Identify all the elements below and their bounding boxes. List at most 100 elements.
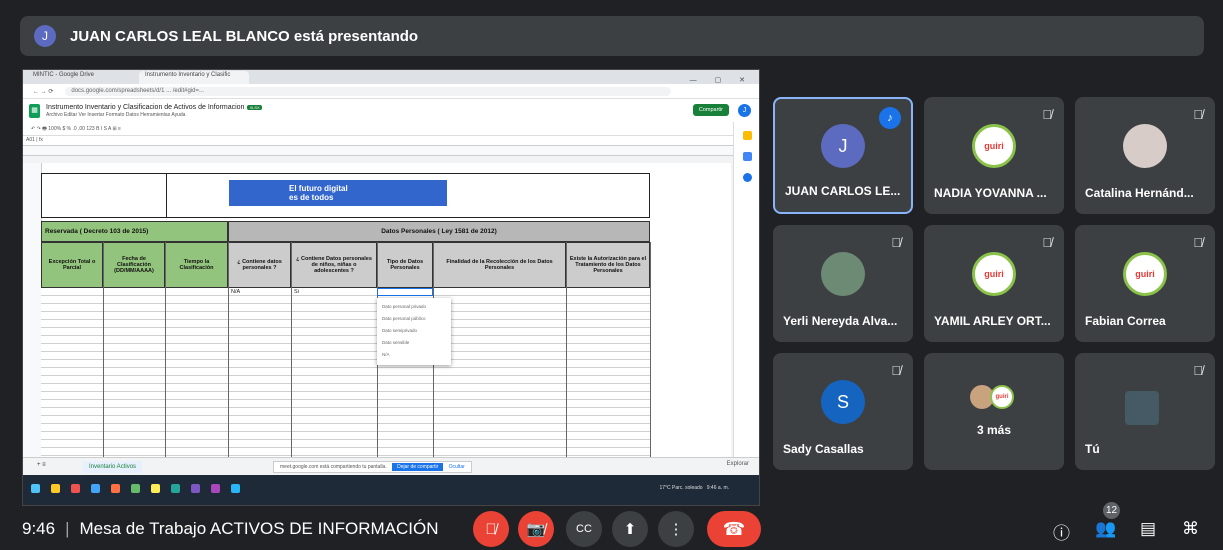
presenter-avatar: J <box>34 25 56 47</box>
avatar: S <box>821 380 865 425</box>
meeting-info: 9:46 | Mesa de Trabajo ACTIVOS DE INFORMAC… <box>22 519 439 538</box>
dropdown-option[interactable]: Dato semiprivado <box>377 325 451 337</box>
cell-dropdown-menu[interactable]: Dato personal privado Dato personal públ… <box>377 298 451 365</box>
mic-off-icon: 🎙̸ <box>1193 107 1203 122</box>
sheet-tab[interactable]: Inventario Activos <box>83 461 143 473</box>
stop-sharing-button[interactable]: Dejar de compartir <box>392 463 444 471</box>
sheets-side-panel <box>733 122 759 463</box>
more-count: 3 más <box>976 423 1012 437</box>
participant-name: Tú <box>1085 442 1100 456</box>
presenter-text: JUAN CARLOS LEAL BLANCO está presentando <box>70 27 419 45</box>
mic-toggle-button[interactable]: 🎙̸ <box>473 511 509 547</box>
mic-off-icon: 🎙̸ <box>891 363 901 378</box>
avatar: J <box>821 124 865 169</box>
cell-ninos[interactable]: Si <box>294 289 299 295</box>
formula-bar[interactable]: A01 | fx <box>23 136 759 146</box>
windows-taskbar: 17°C Parc. soleado 9:46 a. m. <box>23 475 759 505</box>
col-header: Tiempo la Clasificación <box>165 242 228 288</box>
participant-tile[interactable]: ♪ J JUAN CARLOS LE... <box>773 97 913 214</box>
col-header: Finalidad de la Recolección de los Datos… <box>433 242 566 288</box>
account-avatar[interactable]: J <box>738 104 751 117</box>
browser-tab[interactable]: MINTIC - Google Drive <box>27 71 137 84</box>
doc-badge: XLSX <box>247 105 262 110</box>
more-participants-tile[interactable]: guiri 3 más <box>924 353 1064 470</box>
add-sheet-icon[interactable]: + ≡ <box>37 462 46 468</box>
participant-tile[interactable]: 🎙̸ S Sady Casallas <box>773 353 913 470</box>
meeting-controls-bar: 9:46 | Mesa de Trabajo ACTIVOS DE INFORMAC… <box>0 502 1223 550</box>
menu-bar[interactable]: Archivo Editar Ver Insertar Formato Dato… <box>46 112 262 118</box>
share-notice: meet.google.com está compartiendo tu pan… <box>273 461 472 473</box>
avatar-logo: guiri <box>990 385 1014 409</box>
speaking-indicator-icon: ♪ <box>879 107 901 129</box>
info-icon[interactable]: ⓘ <box>1053 519 1070 544</box>
taskbar-app-icon[interactable] <box>191 484 200 493</box>
taskbar-app-icon[interactable] <box>111 484 120 493</box>
taskbar-app-icon[interactable] <box>71 484 80 493</box>
camera-toggle-button[interactable]: 📷̸ <box>518 511 554 547</box>
sheet-tabs-bar: + ≡ Inventario Activos meet.google.com e… <box>23 457 759 476</box>
mic-off-icon: 🎙̸ <box>1193 235 1203 250</box>
doc-title[interactable]: Instrumento Inventario y Clasificacion d… <box>46 104 262 111</box>
taskbar-app-icon[interactable] <box>231 484 240 493</box>
taskbar-app-icon[interactable] <box>91 484 100 493</box>
col-header: Tipo de Datos Personales <box>377 242 433 288</box>
avatar-photo <box>1123 124 1167 169</box>
logo-box: El futuro digital es de todos <box>166 173 650 218</box>
sheets-logo-icon[interactable]: ▦ <box>29 104 40 118</box>
participant-name: JUAN CARLOS LE... <box>785 184 901 198</box>
participant-tile[interactable]: 🎙̸ Yerli Nereyda Alva... <box>773 225 913 342</box>
dropdown-option[interactable]: Dato personal privado <box>377 301 451 313</box>
browser-tabs: MINTIC - Google Drive Instrumento Invent… <box>23 70 759 84</box>
gov-banner: El futuro digital es de todos <box>229 180 447 206</box>
spreadsheet-grid[interactable]: El futuro digital es de todos Reservada … <box>23 163 731 457</box>
group-header-reservada: Reservada ( Decreto 103 de 2015) <box>41 221 228 242</box>
header-empty-box <box>41 173 167 218</box>
taskbar-app-icon[interactable] <box>131 484 140 493</box>
dropdown-option[interactable]: Dato sensible <box>377 337 451 349</box>
cell-contiene[interactable]: N/A <box>231 289 240 295</box>
participant-tile[interactable]: 🎙̸ guiri NADIA YOVANNA ... <box>924 97 1064 214</box>
dropdown-option[interactable]: Dato personal público <box>377 313 451 325</box>
calendar-icon[interactable] <box>742 173 752 182</box>
activities-icon[interactable]: ⌘ <box>1182 519 1199 539</box>
group-header-datos-personales: Datos Personales ( Ley 1581 de 2012) <box>228 221 650 242</box>
sheet-toolbar[interactable]: ↶ ↷ 🖶 100% $ % .0 .00 123 B I S A ⊞ ≡ <box>23 123 759 136</box>
present-button[interactable]: ⬆ <box>612 511 648 547</box>
share-doc-button[interactable]: Compartir <box>692 104 729 116</box>
selected-cell[interactable] <box>377 288 433 296</box>
taskbar-app-icon[interactable] <box>171 484 180 493</box>
shared-screen[interactable]: MINTIC - Google Drive Instrumento Invent… <box>22 69 760 506</box>
dropdown-option[interactable]: N/A <box>377 349 451 361</box>
participant-tile[interactable]: 🎙̸ guiri Fabian Correa <box>1075 225 1215 342</box>
col-header: ¿ Contiene datos personales ? <box>228 242 291 288</box>
chat-icon[interactable]: ▤ <box>1140 519 1156 539</box>
self-video <box>1125 391 1159 425</box>
participant-tile[interactable]: 🎙̸ guiri YAMIL ARLEY ORT... <box>924 225 1064 342</box>
more-options-button[interactable]: ⋮ <box>658 511 694 547</box>
data-rows[interactable] <box>41 288 650 457</box>
hang-up-button[interactable]: ☎ <box>707 511 761 547</box>
taskbar-app-icon[interactable] <box>151 484 160 493</box>
url-field[interactable]: docs.google.com/spreadsheets/d/1 ... /ed… <box>65 86 672 96</box>
tasks-icon[interactable] <box>742 152 752 161</box>
participant-tile[interactable]: 🎙̸ Catalina Hernánd... <box>1075 97 1215 214</box>
hide-notice-button[interactable]: Ocultar <box>449 464 465 470</box>
meeting-time: 9:46 <box>22 519 56 538</box>
system-tray[interactable]: 17°C Parc. soleado 9:46 a. m. <box>659 485 729 491</box>
taskbar-app-icon[interactable] <box>51 484 60 493</box>
explore-button[interactable]: Explorar <box>727 461 749 467</box>
people-icon[interactable]: 👥 <box>1095 519 1116 539</box>
row-numbers <box>23 163 42 457</box>
window-controls[interactable]: — ▢ ✕ <box>690 76 759 84</box>
col-header: Existe la Autorización para el Tratamien… <box>566 242 650 288</box>
nav-icons[interactable]: ← → ⟳ <box>33 88 53 95</box>
keep-icon[interactable] <box>742 131 752 140</box>
mic-off-icon: 🎙̸ <box>1042 235 1052 250</box>
self-tile[interactable]: 🎙̸ Tú <box>1075 353 1215 470</box>
address-bar[interactable]: ← → ⟳ docs.google.com/spreadsheets/d/1 .… <box>23 84 759 99</box>
avatar-logo: guiri <box>1123 252 1167 297</box>
taskbar-app-icon[interactable] <box>211 484 220 493</box>
start-icon[interactable] <box>31 484 40 493</box>
browser-tab[interactable]: Instrumento Inventario y Clasific <box>139 71 249 84</box>
captions-button[interactable]: CC <box>566 511 602 547</box>
